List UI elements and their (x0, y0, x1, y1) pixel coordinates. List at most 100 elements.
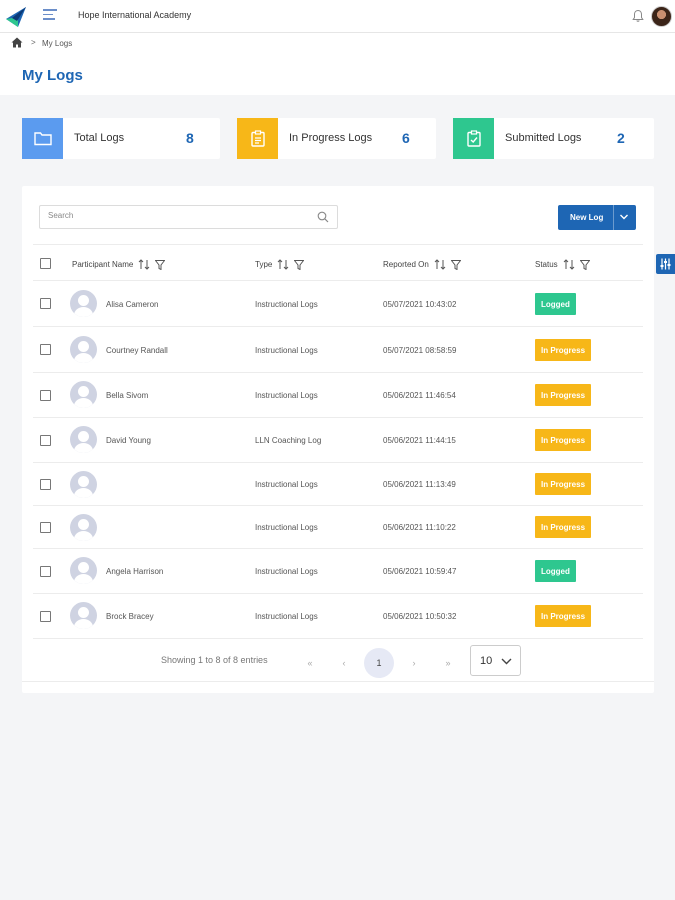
row-checkbox[interactable] (40, 344, 51, 355)
reported-on: 05/06/2021 11:44:15 (383, 436, 456, 445)
status-badge: In Progress (535, 384, 592, 406)
sort-icon[interactable] (277, 259, 289, 270)
column-header-type[interactable]: Type (255, 259, 305, 270)
filter-icon[interactable] (294, 259, 305, 270)
participant-name: David Young (106, 436, 151, 445)
bell-icon[interactable] (631, 9, 645, 23)
stat-card-total-logs[interactable]: Total Logs 8 (22, 118, 220, 159)
user-avatar[interactable] (651, 6, 672, 27)
page-size-value: 10 (480, 655, 493, 667)
reported-on: 05/06/2021 10:59:47 (383, 567, 457, 576)
home-icon[interactable] (11, 37, 23, 48)
search-box[interactable] (39, 205, 338, 229)
log-type: Instructional Logs (255, 523, 318, 532)
new-log-button[interactable]: New Log (558, 205, 636, 230)
pagination-info: Showing 1 to 8 of 8 entries (161, 655, 268, 665)
log-type: Instructional Logs (255, 567, 318, 576)
stat-card-submitted-logs[interactable]: Submitted Logs 2 (453, 118, 654, 159)
last-page-button[interactable]: » (433, 648, 463, 678)
log-type: LLN Coaching Log (255, 436, 322, 445)
participant-name: Angela Harrison (106, 567, 164, 576)
column-label: Reported On (383, 260, 429, 269)
table-row[interactable]: Instructional Logs 05/06/2021 11:13:49 I… (33, 463, 643, 506)
status-badge: In Progress (535, 605, 592, 627)
table-row[interactable]: Alisa Cameron Instructional Logs 05/07/2… (33, 281, 643, 327)
status-badge: In Progress (535, 429, 592, 451)
hamburger-menu-icon[interactable] (43, 9, 57, 23)
page-size-select[interactable]: 10 (470, 645, 521, 676)
participant-avatar (70, 426, 97, 453)
participant-avatar (70, 336, 97, 363)
status-badge: Logged (535, 560, 576, 582)
table-row[interactable]: Brock Bracey Instructional Logs 05/06/20… (33, 594, 643, 639)
page-header: > My Logs My Logs (0, 33, 675, 95)
filter-icon[interactable] (450, 259, 461, 270)
status-badge: In Progress (535, 339, 592, 361)
next-page-button[interactable]: › (399, 648, 429, 678)
logs-table-card: New Log Participant Name Type Reported O… (22, 186, 654, 693)
clipboard-check-icon (453, 118, 494, 159)
row-checkbox[interactable] (40, 611, 51, 622)
filter-icon[interactable] (155, 259, 166, 270)
stat-value: 6 (402, 130, 410, 146)
row-checkbox[interactable] (40, 479, 51, 490)
reported-on: 05/07/2021 10:43:02 (383, 300, 457, 309)
participant-avatar (70, 471, 97, 498)
row-checkbox[interactable] (40, 390, 51, 401)
sliders-icon (660, 258, 671, 270)
participant-name: Bella Sivom (106, 391, 149, 400)
reported-on: 05/06/2021 10:50:32 (383, 612, 457, 621)
reported-on: 05/06/2021 11:13:49 (383, 480, 456, 489)
page-button-1[interactable]: 1 (364, 648, 394, 678)
participant-name: Courtney Randall (106, 346, 168, 355)
row-checkbox[interactable] (40, 435, 51, 446)
page-title: My Logs (22, 67, 83, 84)
stat-label: In Progress Logs (289, 132, 373, 144)
log-type: Instructional Logs (255, 391, 318, 400)
stat-label: Total Logs (74, 132, 125, 144)
sort-icon[interactable] (138, 259, 150, 270)
row-checkbox[interactable] (40, 298, 51, 309)
column-label: Status (535, 260, 558, 269)
table-row[interactable]: David Young LLN Coaching Log 05/06/2021 … (33, 418, 643, 463)
column-header-participant[interactable]: Participant Name (72, 259, 166, 270)
search-icon[interactable] (317, 211, 329, 223)
reported-on: 05/06/2021 11:10:22 (383, 523, 456, 532)
reported-on: 05/07/2021 08:58:59 (383, 346, 457, 355)
column-header-status[interactable]: Status (535, 259, 590, 270)
row-checkbox[interactable] (40, 566, 51, 577)
column-header-reported-on[interactable]: Reported On (383, 259, 461, 270)
filter-icon[interactable] (579, 259, 590, 270)
chevron-down-icon (501, 658, 512, 665)
sort-icon[interactable] (563, 259, 575, 270)
app-logo[interactable] (4, 5, 28, 29)
clipboard-icon (237, 118, 278, 159)
log-type: Instructional Logs (255, 300, 318, 309)
participant-name: Alisa Cameron (106, 300, 159, 309)
table-row[interactable]: Instructional Logs 05/06/2021 11:10:22 I… (33, 506, 643, 549)
stat-card-in-progress-logs[interactable]: In Progress Logs 6 (237, 118, 436, 159)
first-page-button[interactable]: « (295, 648, 325, 678)
table-row[interactable]: Courtney Randall Instructional Logs 05/0… (33, 327, 643, 373)
table-row[interactable]: Angela Harrison Instructional Logs 05/06… (33, 549, 643, 594)
log-type: Instructional Logs (255, 480, 318, 489)
top-bar: Hope International Academy (0, 0, 675, 33)
prev-page-button[interactable]: ‹ (329, 648, 359, 678)
folder-icon (22, 118, 63, 159)
participant-avatar (70, 514, 97, 541)
row-checkbox[interactable] (40, 522, 51, 533)
breadcrumb-current: My Logs (42, 39, 73, 48)
search-input[interactable] (48, 211, 308, 220)
new-log-label: New Log (570, 213, 604, 222)
reported-on: 05/06/2021 11:46:54 (383, 391, 456, 400)
select-all-checkbox[interactable] (40, 258, 51, 269)
table-row[interactable]: Bella Sivom Instructional Logs 05/06/202… (33, 373, 643, 418)
breadcrumb-separator: > (31, 38, 36, 47)
participant-avatar (70, 290, 97, 317)
sort-icon[interactable] (434, 259, 446, 270)
chevron-down-icon[interactable] (619, 213, 629, 221)
log-type: Instructional Logs (255, 612, 318, 621)
settings-side-tab[interactable] (656, 254, 675, 274)
status-badge: Logged (535, 293, 576, 315)
log-type: Instructional Logs (255, 346, 318, 355)
